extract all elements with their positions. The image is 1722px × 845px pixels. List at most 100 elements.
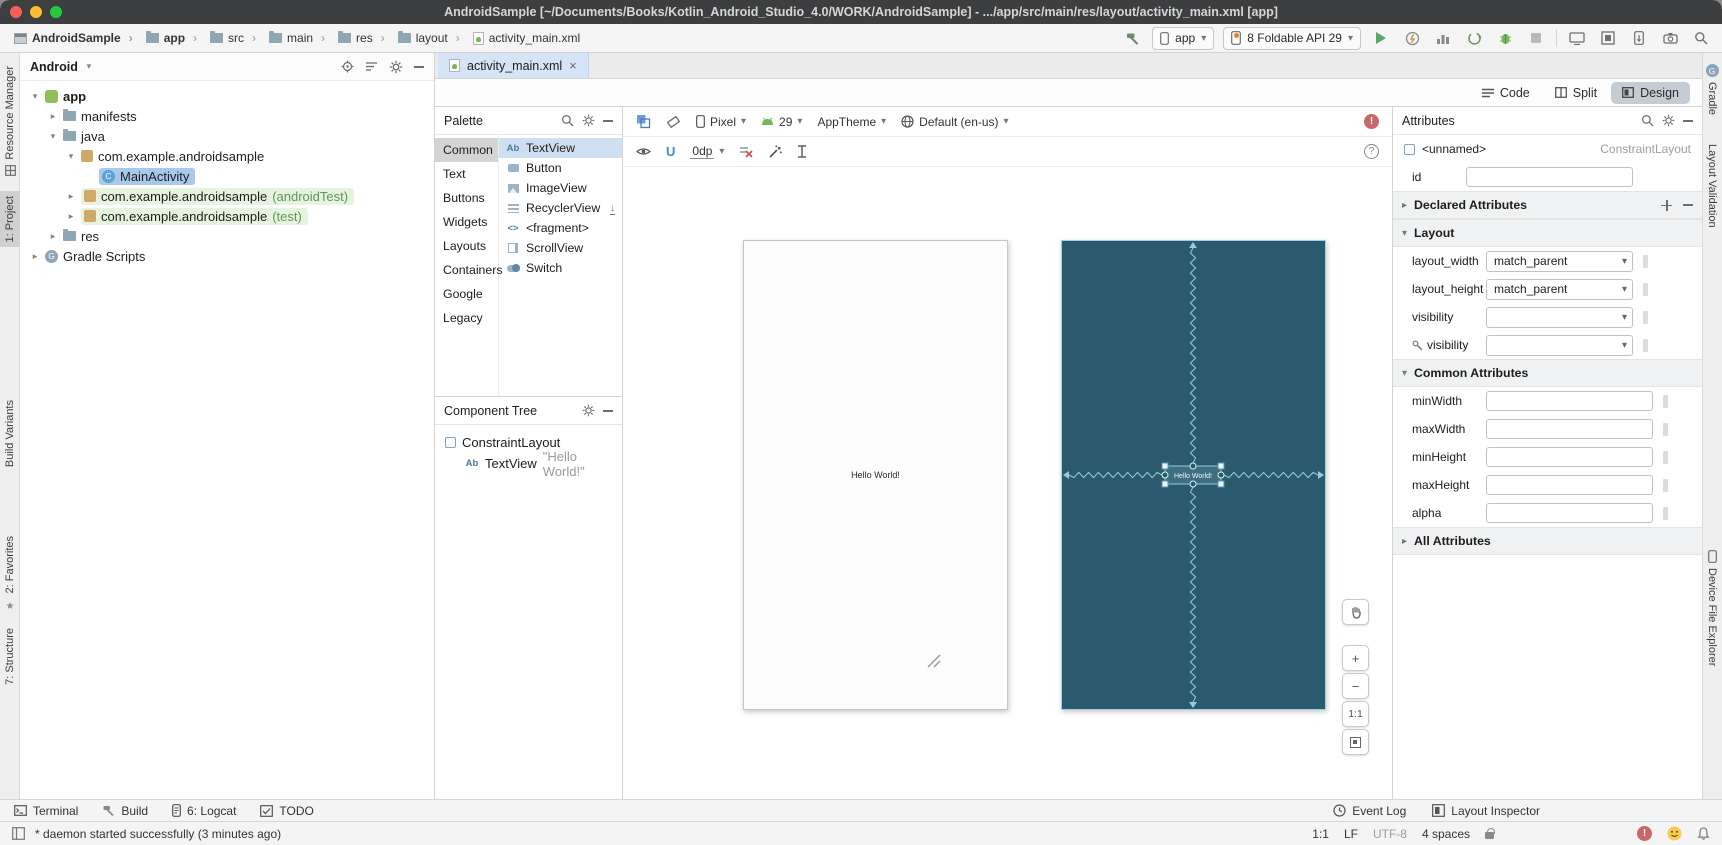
favorite-toggle[interactable] bbox=[1663, 423, 1668, 436]
chevron-right-icon[interactable] bbox=[48, 111, 58, 122]
chevron-down-icon[interactable] bbox=[30, 91, 40, 102]
close-tab-icon[interactable] bbox=[569, 59, 577, 72]
stripe-favorites[interactable]: 2: Favorites bbox=[0, 531, 20, 617]
build-hammer-button[interactable] bbox=[1121, 27, 1143, 49]
view-options-button[interactable] bbox=[636, 146, 651, 157]
layout-height-combo[interactable]: match_parent bbox=[1486, 279, 1633, 300]
tree-row-res[interactable]: res bbox=[20, 226, 434, 246]
chevron-right-icon[interactable] bbox=[30, 251, 40, 262]
clear-constraints-button[interactable] bbox=[739, 145, 753, 158]
default-margins-dropdown[interactable]: 0dp bbox=[690, 144, 724, 159]
palette-category-legacy[interactable]: Legacy bbox=[435, 306, 498, 330]
maxwidth-input[interactable] bbox=[1486, 419, 1653, 439]
favorite-toggle[interactable] bbox=[1663, 479, 1668, 492]
favorite-toggle[interactable] bbox=[1663, 507, 1668, 520]
chevron-down-icon[interactable] bbox=[48, 131, 58, 142]
logcat-button[interactable]: 6: Logcat bbox=[172, 804, 236, 818]
all-attributes-section[interactable]: All Attributes bbox=[1393, 527, 1702, 555]
stripe-device-file-explorer[interactable]: Device File Explorer bbox=[1702, 545, 1722, 671]
search-icon[interactable] bbox=[1641, 114, 1654, 127]
indent-indicator[interactable]: 4 spaces bbox=[1422, 827, 1470, 841]
feedback-smiley-icon[interactable] bbox=[1667, 826, 1682, 841]
build-tool-button[interactable]: Build bbox=[102, 804, 148, 818]
minwidth-input[interactable] bbox=[1486, 391, 1653, 411]
download-icon[interactable] bbox=[610, 203, 615, 214]
chevron-down-icon[interactable] bbox=[1402, 228, 1407, 239]
encoding-indicator[interactable]: UTF-8 bbox=[1373, 827, 1407, 841]
search-icon[interactable] bbox=[561, 114, 574, 127]
ide-errors-icon[interactable] bbox=[1637, 826, 1652, 841]
alpha-input[interactable] bbox=[1486, 503, 1653, 523]
zoom-100-button[interactable]: 1:1 bbox=[1342, 701, 1369, 727]
minimize-window-button[interactable] bbox=[30, 6, 42, 18]
target-device-dropdown[interactable]: 8 Foldable API 29 bbox=[1223, 27, 1361, 50]
favorite-toggle[interactable] bbox=[1643, 255, 1648, 268]
tree-row-app[interactable]: app bbox=[20, 86, 434, 106]
device-file-explorer-button[interactable] bbox=[1628, 27, 1650, 49]
favorite-toggle[interactable] bbox=[1663, 451, 1668, 464]
visibility-combo[interactable] bbox=[1486, 307, 1633, 328]
chevron-right-icon[interactable] bbox=[1402, 536, 1407, 547]
palette-category-containers[interactable]: Containers bbox=[435, 258, 498, 282]
gear-icon[interactable] bbox=[389, 60, 403, 74]
locate-icon[interactable] bbox=[341, 60, 354, 73]
view-design-button[interactable]: Design bbox=[1611, 82, 1690, 104]
gear-icon[interactable] bbox=[582, 114, 595, 127]
favorite-toggle[interactable] bbox=[1643, 339, 1648, 352]
add-attribute-icon[interactable] bbox=[1661, 200, 1672, 211]
locale-dropdown[interactable]: Default (en-us) bbox=[901, 115, 1008, 129]
common-attributes-section[interactable]: Common Attributes bbox=[1393, 359, 1702, 387]
api-level-dropdown[interactable]: 29 bbox=[761, 115, 802, 129]
palette-category-common[interactable]: Common bbox=[435, 138, 498, 162]
palette-category-layouts[interactable]: Layouts bbox=[435, 234, 498, 258]
run-config-dropdown[interactable]: app bbox=[1152, 27, 1214, 50]
device-select-dropdown[interactable]: Pixel bbox=[696, 115, 746, 129]
layout-width-combo[interactable]: match_parent bbox=[1486, 251, 1633, 272]
infer-constraints-button[interactable] bbox=[768, 145, 782, 159]
help-button[interactable] bbox=[1364, 144, 1379, 159]
layout-inspector-button[interactable] bbox=[1597, 27, 1619, 49]
layout-inspector-tool-button[interactable]: Layout Inspector bbox=[1432, 804, 1540, 818]
device-manager-button[interactable] bbox=[1566, 27, 1588, 49]
collapse-all-icon[interactable] bbox=[365, 61, 378, 72]
stripe-build-variants[interactable]: Build Variants bbox=[0, 395, 20, 472]
chevron-right-icon[interactable] bbox=[66, 191, 76, 202]
tree-row-package[interactable]: com.example.androidsample bbox=[20, 146, 434, 166]
breadcrumb-project[interactable]: AndroidSample bbox=[10, 31, 125, 45]
zoom-out-button[interactable] bbox=[1342, 673, 1369, 699]
palette-item-imageview[interactable]: ImageView bbox=[499, 178, 622, 198]
hide-panel-icon[interactable] bbox=[414, 66, 424, 68]
tools-visibility-combo[interactable] bbox=[1486, 335, 1633, 356]
palette-item-recyclerview[interactable]: RecyclerView bbox=[499, 198, 622, 218]
apply-changes-button[interactable] bbox=[1401, 27, 1423, 49]
zoom-to-fit-button[interactable] bbox=[1342, 729, 1369, 755]
tree-row-mainactivity[interactable]: MainActivity bbox=[20, 166, 434, 186]
palette-item-switch[interactable]: Switch bbox=[499, 258, 622, 278]
tree-row-gradle-scripts[interactable]: Gradle Scripts bbox=[20, 246, 434, 266]
tree-row-manifests[interactable]: manifests bbox=[20, 106, 434, 126]
terminal-button[interactable]: Terminal bbox=[14, 804, 78, 818]
readonly-lock-icon[interactable] bbox=[1485, 832, 1494, 839]
remove-attribute-icon[interactable] bbox=[1683, 204, 1693, 206]
gear-icon[interactable] bbox=[582, 404, 595, 417]
project-view-selector[interactable]: Android bbox=[30, 60, 78, 74]
tab-activity-main-xml[interactable]: activity_main.xml bbox=[438, 53, 589, 78]
close-window-button[interactable] bbox=[10, 6, 22, 18]
todo-button[interactable]: TODO bbox=[260, 804, 313, 818]
stripe-layout-validation[interactable]: Layout Validation bbox=[1702, 139, 1722, 233]
palette-item-fragment[interactable]: <fragment> bbox=[499, 218, 622, 238]
device-resize-handle[interactable] bbox=[924, 651, 941, 668]
blueprint-preview-device[interactable]: Hello World! bbox=[1061, 240, 1326, 710]
layout-section[interactable]: Layout bbox=[1393, 219, 1702, 247]
palette-category-google[interactable]: Google bbox=[435, 282, 498, 306]
theme-dropdown[interactable]: AppTheme bbox=[817, 115, 886, 129]
palette-item-textview[interactable]: TextView bbox=[499, 138, 622, 158]
chevron-right-icon[interactable] bbox=[48, 231, 58, 242]
line-separator-indicator[interactable]: LF bbox=[1344, 827, 1358, 841]
sync-gradle-button[interactable] bbox=[1463, 27, 1485, 49]
test-source-item[interactable]: com.example.androidsample (androidTest) bbox=[81, 188, 354, 205]
search-everywhere-button[interactable] bbox=[1690, 27, 1712, 49]
event-log-button[interactable]: Event Log bbox=[1333, 804, 1406, 818]
guidelines-button[interactable] bbox=[797, 145, 807, 158]
palette-item-scrollview[interactable]: ScrollView bbox=[499, 238, 622, 258]
